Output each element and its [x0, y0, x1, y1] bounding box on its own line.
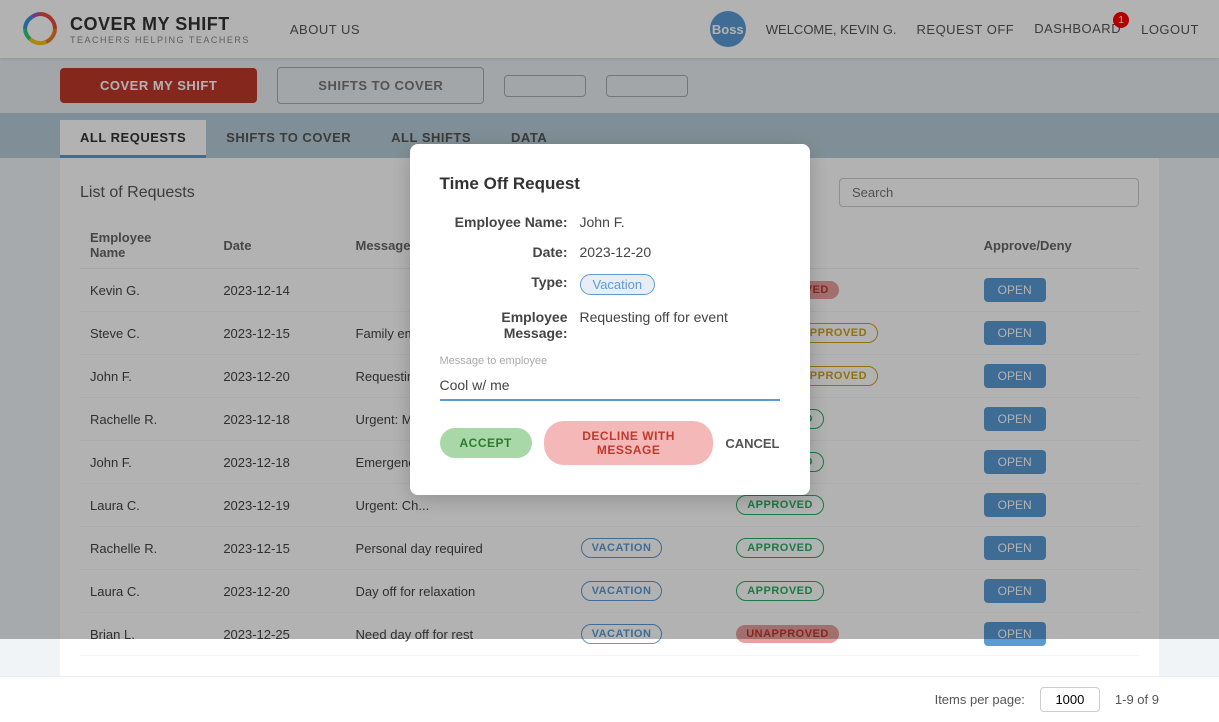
modal-employee-name-label: Employee Name:	[440, 214, 580, 230]
modal-date-value: 2023-12-20	[580, 244, 652, 260]
modal-actions: ACCEPT DECLINE WITH MESSAGE CANCEL	[440, 421, 780, 465]
modal-date-label: Date:	[440, 244, 580, 260]
modal-emp-message-row: Employee Message: Requesting off for eve…	[440, 309, 780, 341]
modal-date-row: Date: 2023-12-20	[440, 244, 780, 260]
modal-type-value: Vacation	[580, 274, 656, 295]
items-per-page-input[interactable]	[1040, 687, 1100, 712]
modal-employee-name-row: Employee Name: John F.	[440, 214, 780, 230]
pagination-bar: Items per page: 1-9 of 9	[0, 676, 1219, 722]
accept-button[interactable]: ACCEPT	[440, 428, 532, 458]
modal-emp-message-value: Requesting off for event	[580, 309, 728, 325]
time-off-request-modal: Time Off Request Employee Name: John F. …	[410, 144, 810, 495]
modal-type-row: Type: Vacation	[440, 274, 780, 295]
decline-button[interactable]: DECLINE WITH MESSAGE	[544, 421, 713, 465]
msg-to-employee-label: Message to employee	[440, 355, 780, 367]
modal-overlay: Time Off Request Employee Name: John F. …	[0, 0, 1219, 639]
pagination-range: 1-9 of 9	[1115, 692, 1159, 707]
modal-employee-name-value: John F.	[580, 214, 625, 230]
modal-type-label: Type:	[440, 274, 580, 290]
modal-message-area: Message to employee	[440, 355, 780, 401]
modal-title: Time Off Request	[440, 174, 780, 194]
items-per-page-label: Items per page:	[935, 692, 1025, 707]
modal-emp-message-label: Employee Message:	[440, 309, 580, 341]
cancel-button[interactable]: CANCEL	[725, 436, 779, 451]
msg-to-employee-input[interactable]	[440, 371, 780, 401]
